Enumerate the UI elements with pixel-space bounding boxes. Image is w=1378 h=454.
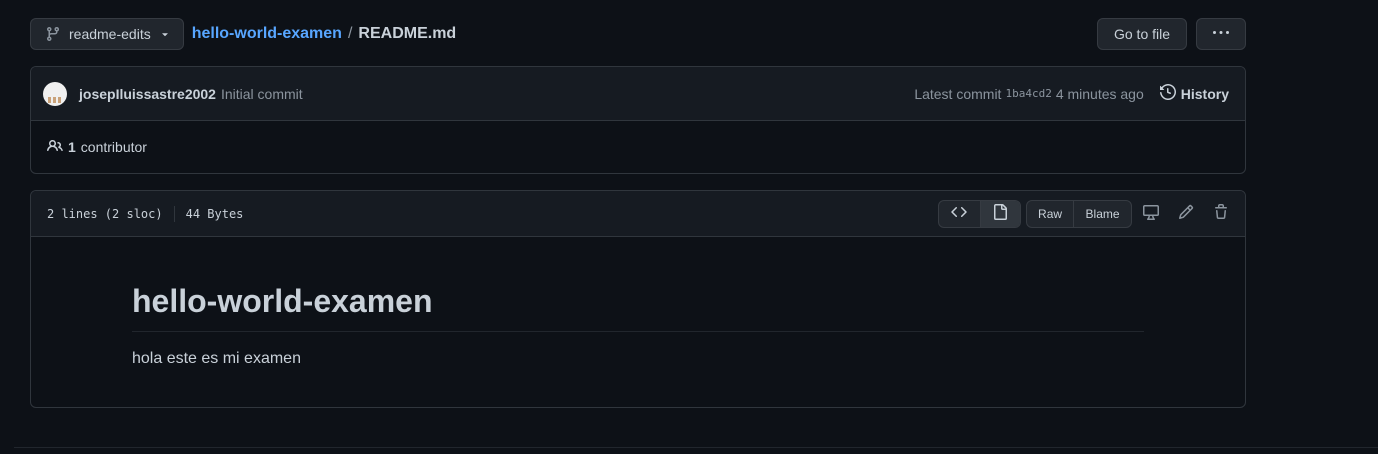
- commit-time: 4 minutes ago: [1055, 85, 1144, 102]
- raw-button[interactable]: Raw: [1027, 201, 1073, 227]
- more-options-button[interactable]: [1196, 18, 1246, 50]
- raw-blame-group: Raw Blame: [1026, 199, 1132, 228]
- blame-button[interactable]: Blame: [1073, 200, 1131, 227]
- author-avatar[interactable]: [43, 81, 67, 106]
- file-icon: [992, 204, 1008, 223]
- footer-divider: [14, 447, 1378, 448]
- code-icon: [951, 204, 967, 223]
- commit-info-box: josepIluissastre2002 Initial commit Late…: [30, 66, 1246, 174]
- desktop-icon: [1143, 204, 1159, 223]
- view-toggle-group: [938, 199, 1021, 228]
- history-link[interactable]: History: [1159, 83, 1229, 103]
- display-source-button[interactable]: [939, 201, 980, 227]
- open-desktop-button[interactable]: [1137, 200, 1165, 228]
- file-line-count: 2 lines (2 sloc): [47, 206, 163, 221]
- pencil-icon: [1178, 204, 1194, 223]
- file-size: 44 Bytes: [185, 206, 244, 221]
- readme-paragraph: hola este es mi examen: [132, 350, 301, 367]
- file-navigation: readme-edits hello-world-examen / README…: [30, 18, 1246, 50]
- go-to-file-button[interactable]: Go to file: [1097, 18, 1187, 50]
- people-icon: [47, 138, 63, 157]
- contributor-count: 1: [68, 139, 76, 155]
- file-info-divider: [173, 205, 175, 222]
- delete-file-button[interactable]: [1207, 200, 1235, 228]
- readme-heading: hello-world-examen: [132, 281, 1144, 332]
- contributors-row[interactable]: 1 contributor: [31, 121, 1245, 173]
- breadcrumb: hello-world-examen / README.md: [192, 25, 456, 43]
- breadcrumb-separator: /: [347, 25, 353, 42]
- file-viewer: 2 lines (2 sloc) 44 Bytes Raw Blame hell…: [30, 190, 1246, 408]
- commit-sha[interactable]: 1ba4cd2: [1005, 87, 1051, 100]
- contributor-label: contributor: [80, 139, 147, 155]
- commit-message[interactable]: Initial commit: [221, 86, 303, 102]
- breadcrumb-repo-link[interactable]: hello-world-examen: [192, 25, 342, 43]
- top-actions: Go to file: [1097, 18, 1246, 50]
- file-tools: Raw Blame: [938, 199, 1235, 228]
- kebab-horizontal-icon: [1213, 25, 1229, 44]
- branch-name: readme-edits: [69, 26, 151, 42]
- file-info: 2 lines (2 sloc) 44 Bytes: [47, 205, 244, 222]
- trash-icon: [1213, 204, 1229, 223]
- display-rendered-button[interactable]: [979, 200, 1020, 227]
- history-label: History: [1180, 85, 1229, 102]
- caret-down-icon: [159, 28, 171, 40]
- commit-author[interactable]: josepIluissastre2002: [79, 86, 216, 102]
- git-branch-icon: [45, 26, 61, 42]
- breadcrumb-file-name: README.md: [358, 25, 457, 42]
- branch-selector-button[interactable]: readme-edits: [30, 18, 184, 50]
- commit-meta: Latest commit 1ba4cd2 4 minutes ago Hist…: [914, 83, 1229, 103]
- latest-commit-header: josepIluissastre2002 Initial commit Late…: [31, 67, 1245, 121]
- history-icon: [1159, 83, 1176, 103]
- edit-file-button[interactable]: [1172, 200, 1200, 228]
- file-header: 2 lines (2 sloc) 44 Bytes Raw Blame: [31, 191, 1245, 237]
- readme-content: hello-world-examen hola este es mi exame…: [31, 237, 1245, 368]
- latest-commit-label: Latest commit: [914, 85, 1002, 102]
